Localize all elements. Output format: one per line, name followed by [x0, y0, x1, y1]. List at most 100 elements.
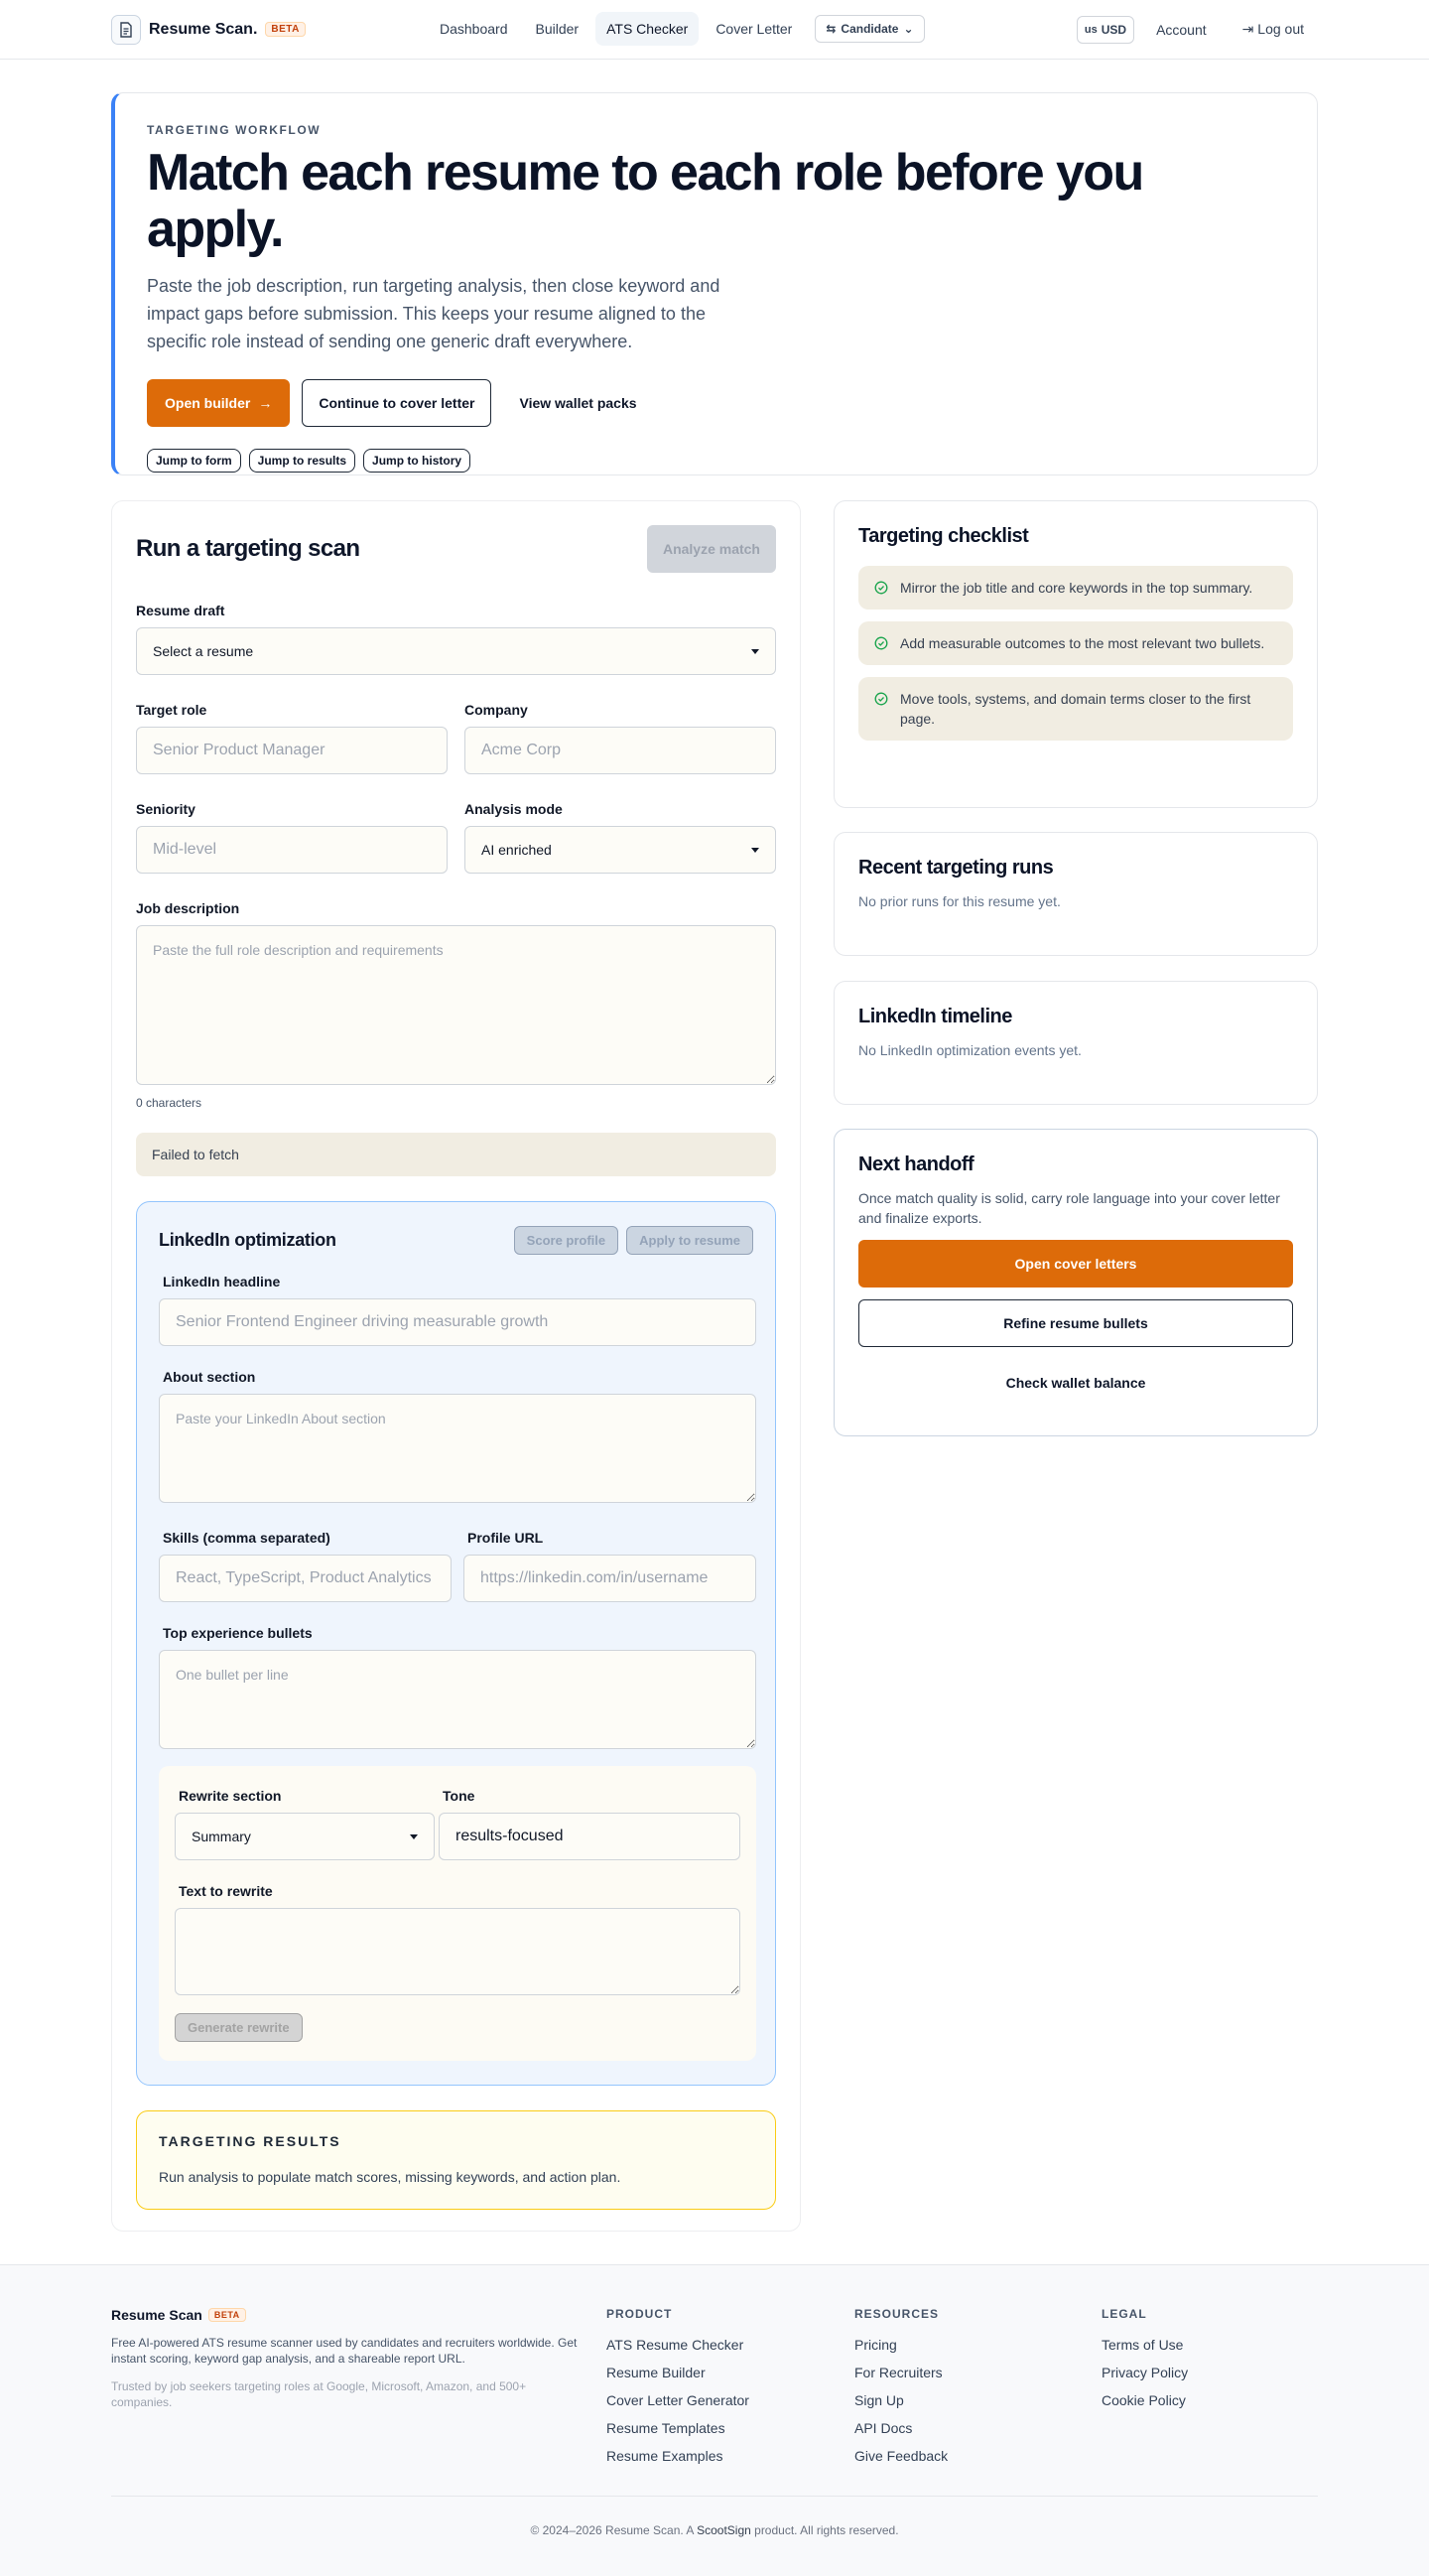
- next-handoff-title: Next handoff: [858, 1153, 974, 1175]
- analysis-mode-field: Analysis mode AI enriched: [464, 801, 776, 874]
- generate-rewrite-button[interactable]: Generate rewrite: [175, 2013, 303, 2042]
- footer-link[interactable]: API Docs: [854, 2414, 948, 2442]
- footer-link[interactable]: ATS Resume Checker: [606, 2331, 749, 2359]
- jump-links: Jump to form Jump to results Jump to his…: [147, 449, 1285, 474]
- analysis-mode-select[interactable]: AI enriched: [464, 826, 776, 874]
- rewrite-section-select[interactable]: Summary: [175, 1813, 435, 1860]
- text-to-rewrite-label: Text to rewrite: [179, 1883, 273, 1899]
- footer-resources-column: RESOURCES Pricing For Recruiters Sign Up…: [854, 2307, 948, 2470]
- seniority-input[interactable]: [136, 826, 448, 874]
- footer-resources-title: RESOURCES: [854, 2307, 940, 2321]
- resume-draft-value: Select a resume: [153, 643, 254, 659]
- nav-cover-letter[interactable]: Cover Letter: [705, 12, 803, 46]
- analyze-match-button[interactable]: Analyze match: [646, 525, 776, 573]
- job-description-input[interactable]: [136, 925, 776, 1085]
- profile-url-field: Profile URL: [463, 1530, 756, 1602]
- hero-eyebrow: TARGETING WORKFLOW: [147, 123, 322, 137]
- targeting-results: TARGETING RESULTS Run analysis to popula…: [136, 2110, 776, 2210]
- text-to-rewrite-input[interactable]: [175, 1908, 740, 1995]
- company-field: Company: [464, 702, 776, 774]
- footer-link[interactable]: For Recruiters: [854, 2359, 948, 2386]
- currency-code: us: [1084, 23, 1098, 36]
- resume-draft-label: Resume draft: [136, 603, 225, 618]
- tone-input[interactable]: [439, 1813, 740, 1860]
- about-input[interactable]: [159, 1394, 756, 1503]
- currency-switcher[interactable]: us USD: [1076, 15, 1135, 44]
- checklist-item: Move tools, systems, and domain terms cl…: [858, 677, 1293, 741]
- footer-link[interactable]: Terms of Use: [1102, 2331, 1188, 2359]
- footer-link[interactable]: Pricing: [854, 2331, 948, 2359]
- nav-builder[interactable]: Builder: [525, 12, 590, 46]
- skills-input[interactable]: [159, 1555, 452, 1602]
- seniority-field: Seniority: [136, 801, 448, 874]
- experience-bullets-field: Top experience bullets: [159, 1625, 756, 1754]
- footer-product-title: PRODUCT: [606, 2307, 673, 2321]
- results-text: Run analysis to populate match scores, m…: [159, 2169, 621, 2185]
- main-nav: Dashboard Builder ATS Checker Cover Lett…: [429, 12, 925, 46]
- nav-account[interactable]: Account: [1142, 13, 1221, 47]
- refine-resume-bullets-button[interactable]: Refine resume bullets: [858, 1299, 1293, 1347]
- text-to-rewrite-field: Text to rewrite: [175, 1883, 740, 2000]
- hero-actions: Open builder → Continue to cover letter …: [147, 379, 1285, 428]
- targeting-scan-panel: Run a targeting scan Analyze match Resum…: [111, 500, 801, 2232]
- footer-brand-name: Resume Scan BETA: [111, 2307, 587, 2323]
- job-description-field: Job description 0 characters: [136, 900, 776, 1110]
- checklist-item: Mirror the job title and core keywords i…: [858, 566, 1293, 610]
- footer-trust: Trusted by job seekers targeting roles a…: [111, 2379, 527, 2409]
- footer-link[interactable]: Sign Up: [854, 2386, 948, 2414]
- next-handoff-text: Once match quality is solid, carry role …: [858, 1190, 1280, 1226]
- resume-draft-select[interactable]: Select a resume: [136, 627, 776, 675]
- analysis-mode-label: Analysis mode: [464, 801, 563, 817]
- recent-runs-title: Recent targeting runs: [858, 857, 1054, 879]
- continue-cover-letter-button[interactable]: Continue to cover letter: [302, 379, 492, 428]
- experience-bullets-input[interactable]: [159, 1650, 756, 1749]
- about-label: About section: [163, 1369, 256, 1385]
- currency-label: USD: [1101, 22, 1127, 37]
- linkedin-timeline-card: LinkedIn timeline No LinkedIn optimizati…: [834, 981, 1318, 1105]
- check-wallet-balance-button[interactable]: Check wallet balance: [858, 1359, 1293, 1407]
- role-switcher[interactable]: ⇆ Candidate ⌄: [815, 15, 925, 43]
- jump-to-history[interactable]: Jump to history: [363, 449, 471, 474]
- checklist-item-text: Add measurable outcomes to the most rele…: [900, 635, 1265, 651]
- jump-to-form[interactable]: Jump to form: [147, 449, 241, 474]
- open-cover-letters-button[interactable]: Open cover letters: [858, 1240, 1293, 1288]
- footer-link[interactable]: Resume Examples: [606, 2442, 749, 2470]
- logout-link[interactable]: ⇥ Log out: [1229, 12, 1318, 47]
- footer-description: Free AI-powered ATS resume scanner used …: [111, 2336, 578, 2366]
- brand[interactable]: Resume Scan. BETA: [111, 14, 306, 45]
- score-profile-button[interactable]: Score profile: [513, 1225, 619, 1255]
- footer-link[interactable]: Cover Letter Generator: [606, 2386, 749, 2414]
- footer-brand-text: Resume Scan: [111, 2307, 202, 2323]
- caret-down-icon: [751, 847, 759, 853]
- footer-beta-badge: BETA: [207, 2308, 246, 2322]
- apply-to-resume-button[interactable]: Apply to resume: [626, 1225, 753, 1255]
- linkedin-actions: Score profile Apply to resume: [513, 1225, 753, 1255]
- company-input[interactable]: [464, 727, 776, 774]
- check-circle-icon: [874, 636, 888, 650]
- checklist-item-text: Mirror the job title and core keywords i…: [900, 580, 1253, 596]
- top-nav: Resume Scan. BETA Dashboard Builder ATS …: [0, 0, 1429, 60]
- jump-to-results[interactable]: Jump to results: [248, 449, 356, 474]
- results-title: TARGETING RESULTS: [159, 2133, 341, 2149]
- linkedin-optimization-section: LinkedIn optimization Score profile Appl…: [136, 1201, 776, 2086]
- footer-link[interactable]: Cookie Policy: [1102, 2386, 1188, 2414]
- footer-link[interactable]: Resume Templates: [606, 2414, 749, 2442]
- scan-title: Run a targeting scan: [136, 535, 360, 562]
- scootsign-link[interactable]: ScootSign: [697, 2523, 751, 2537]
- hero-description: Paste the job description, run targeting…: [147, 276, 720, 352]
- experience-bullets-label: Top experience bullets: [163, 1625, 313, 1641]
- rewrite-section-label: Rewrite section: [179, 1788, 282, 1804]
- footer-divider: [111, 2496, 1318, 2497]
- profile-url-input[interactable]: [463, 1555, 756, 1602]
- view-wallet-packs-button[interactable]: View wallet packs: [503, 379, 652, 427]
- headline-input[interactable]: [159, 1298, 756, 1346]
- footer-link[interactable]: Privacy Policy: [1102, 2359, 1188, 2386]
- nav-dashboard[interactable]: Dashboard: [429, 12, 519, 46]
- target-role-input[interactable]: [136, 727, 448, 774]
- open-builder-button[interactable]: Open builder →: [147, 379, 291, 428]
- footer-link[interactable]: Resume Builder: [606, 2359, 749, 2386]
- check-circle-icon: [874, 692, 888, 706]
- footer-link[interactable]: Give Feedback: [854, 2442, 948, 2470]
- job-description-label: Job description: [136, 900, 240, 916]
- nav-ats-checker[interactable]: ATS Checker: [595, 12, 700, 46]
